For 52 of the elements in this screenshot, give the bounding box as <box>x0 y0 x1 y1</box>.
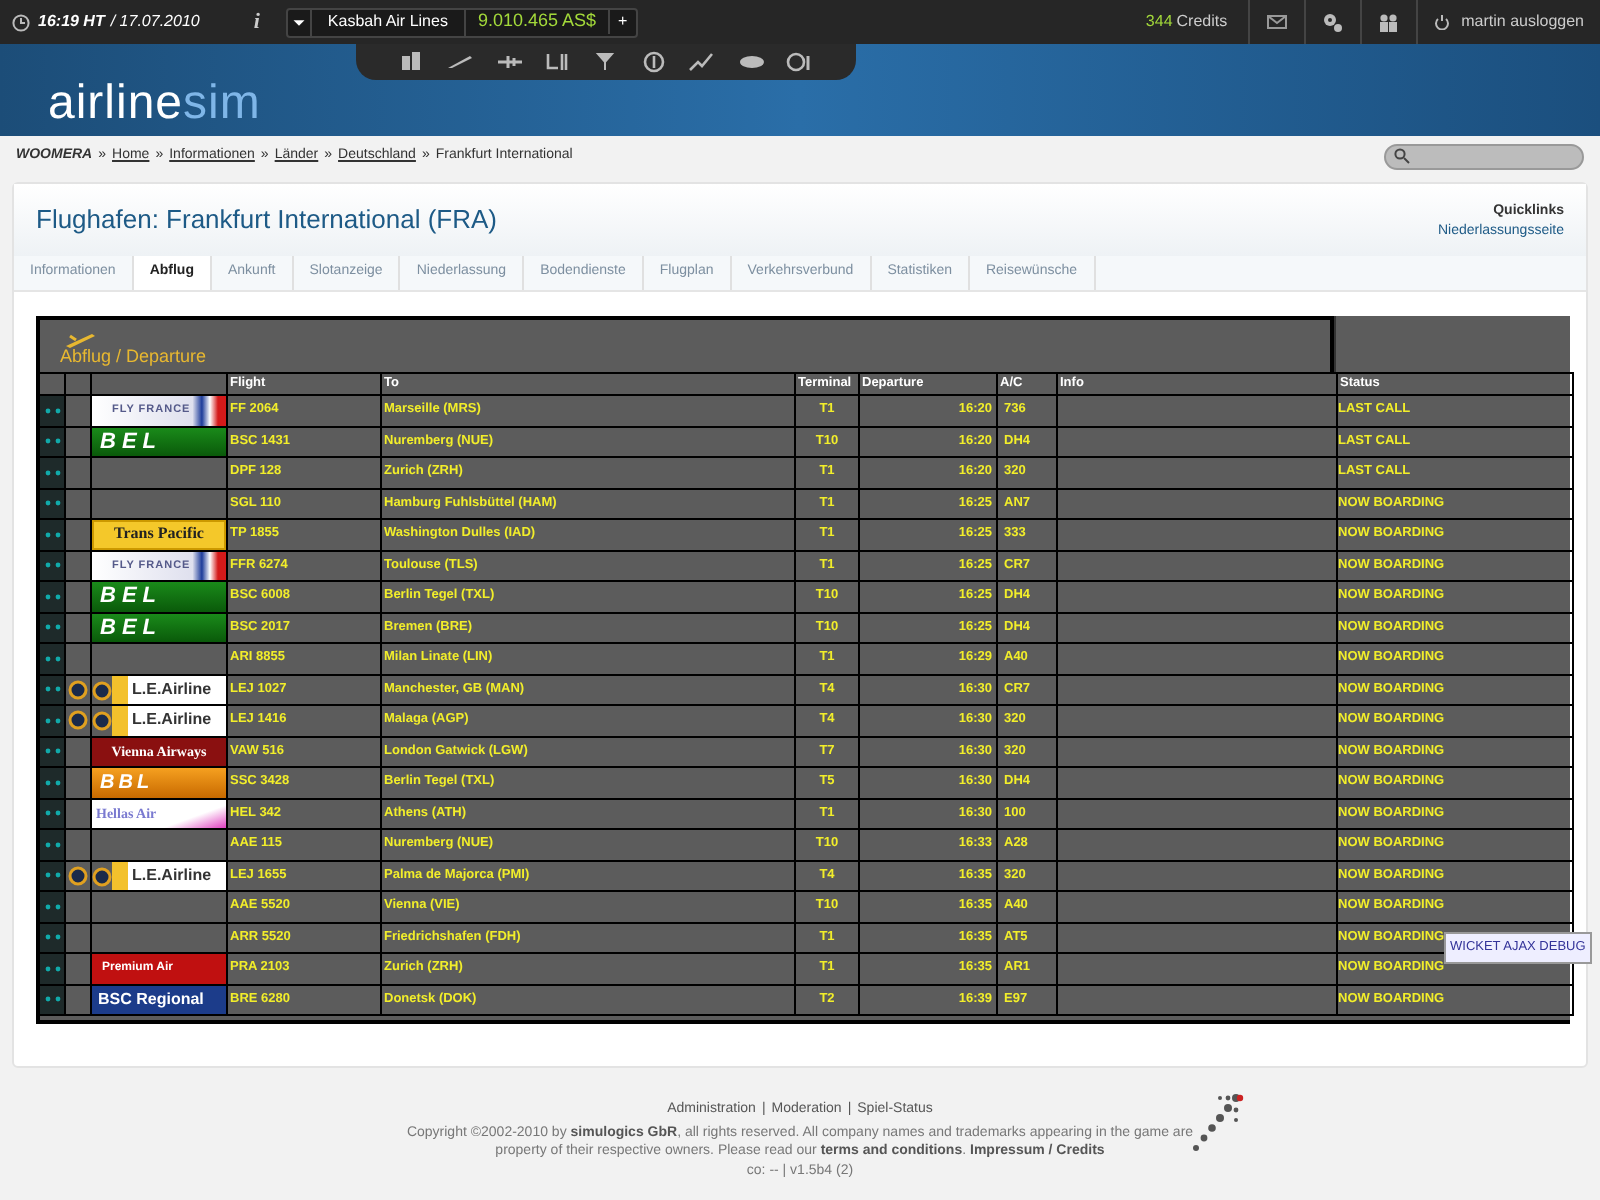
game-date: / 17.07.2010 <box>110 10 200 34</box>
airline-logo: BSC Regional <box>92 985 226 1014</box>
settings-icon[interactable] <box>1321 11 1344 33</box>
credits-label: Credits <box>1176 10 1228 34</box>
airline-logo: Trans Pacific <box>92 520 226 549</box>
cocktail-icon[interactable] <box>591 50 620 74</box>
mail-icon[interactable] <box>1265 11 1288 33</box>
status-lights-icon <box>43 903 61 910</box>
game-time: 16:19 HT <box>38 10 105 34</box>
status-lights-icon <box>43 996 61 1003</box>
airline-logo: L.E.Airline <box>112 675 226 704</box>
airline-logo: BBL <box>92 768 226 797</box>
airline-logo: L.E.Airline <box>112 861 226 890</box>
airline-logo: BEL <box>92 613 226 642</box>
status-lights-icon <box>43 934 61 941</box>
page-title: Flughafen: Frankfurt International (FRA) <box>36 202 497 239</box>
clock-icon <box>12 13 30 31</box>
airline-logo: BEL <box>92 427 226 456</box>
status-lights-icon <box>43 779 61 786</box>
status-lights-icon <box>43 500 61 507</box>
status-lights-icon <box>43 686 61 693</box>
logo: airlinesim <box>48 74 261 134</box>
status-lights-icon <box>43 872 61 879</box>
status-lights-icon <box>43 624 61 631</box>
airline-logo: L.E.Airline <box>112 706 226 735</box>
info-button[interactable]: i <box>253 5 260 39</box>
alliance-icon <box>92 706 112 736</box>
status-lights-icon <box>43 531 61 538</box>
chart-icon[interactable] <box>688 50 717 74</box>
status-lights-icon <box>43 438 61 445</box>
status-lights-icon <box>43 562 61 569</box>
search-field[interactable] <box>1384 143 1584 169</box>
logout-link[interactable]: martin ausloggen <box>1461 10 1584 34</box>
add-button[interactable]: + <box>608 10 636 34</box>
credits-count: 344 <box>1145 10 1173 34</box>
status-lights-icon <box>43 748 61 755</box>
status-lights-icon <box>43 655 61 662</box>
status-lights-icon <box>43 469 61 476</box>
airline-name: Kasbah Air Lines <box>325 10 450 34</box>
search-icon <box>1394 148 1410 164</box>
airline-logo: BEL <box>92 582 226 611</box>
coin-icon[interactable] <box>640 50 669 74</box>
users-icon[interactable] <box>1377 11 1400 33</box>
status-lights-icon <box>43 965 61 972</box>
power-icon[interactable] <box>1433 14 1450 30</box>
status-lights-icon <box>43 841 61 848</box>
status-lights-icon <box>43 810 61 817</box>
board-title: Abflug / Departure <box>60 343 207 370</box>
status-lights-icon <box>43 717 61 724</box>
status-lights-icon <box>43 407 61 414</box>
balance: 9.010.465 AS$ <box>463 8 609 36</box>
status-lights-icon <box>43 593 61 600</box>
